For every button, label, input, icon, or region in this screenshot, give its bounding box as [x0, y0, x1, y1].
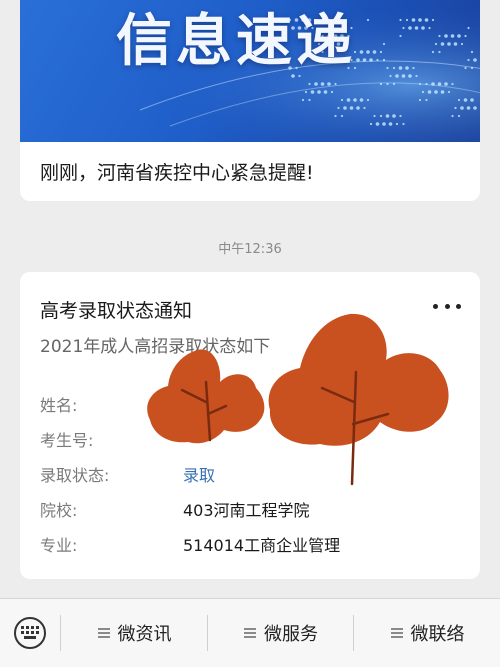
redaction-leaf-stickers: [147, 313, 449, 486]
bottom-menu-bar: 微资讯 微服务 微联络: [0, 598, 500, 667]
hamburger-icon: [97, 626, 110, 640]
hamburger-icon: [390, 626, 403, 640]
menu-item-contact[interactable]: 微联络: [355, 619, 500, 647]
banner-title: 信息速递: [116, 9, 356, 74]
menu-item-news[interactable]: 微资讯: [62, 619, 207, 647]
menu-divider: [60, 615, 61, 651]
menu-item-label: 微服务: [264, 624, 318, 645]
menu-divider: [353, 615, 354, 651]
message-timestamp: 中午12:36: [218, 242, 282, 257]
hamburger-icon: [244, 626, 256, 640]
notice-card[interactable]: 高考录取状态通知 2021年成人高招录取状态如下 姓名: 考生号: 录取状态: …: [20, 272, 480, 579]
news-banner-image: 信息速递: [20, 0, 480, 142]
menu-item-label: 微资讯: [117, 624, 172, 645]
news-headline[interactable]: 刚刚，河南省疾控中心紧急提醒!: [40, 158, 314, 185]
menu-item-services[interactable]: 微服务: [209, 619, 353, 647]
keyboard-icon[interactable]: [14, 617, 46, 649]
menu-divider: [207, 615, 208, 651]
news-card[interactable]: 信息速递 刚刚，河南省疾控中心紧急提醒!: [20, 0, 480, 201]
menu-item-label: 微联络: [410, 624, 465, 645]
